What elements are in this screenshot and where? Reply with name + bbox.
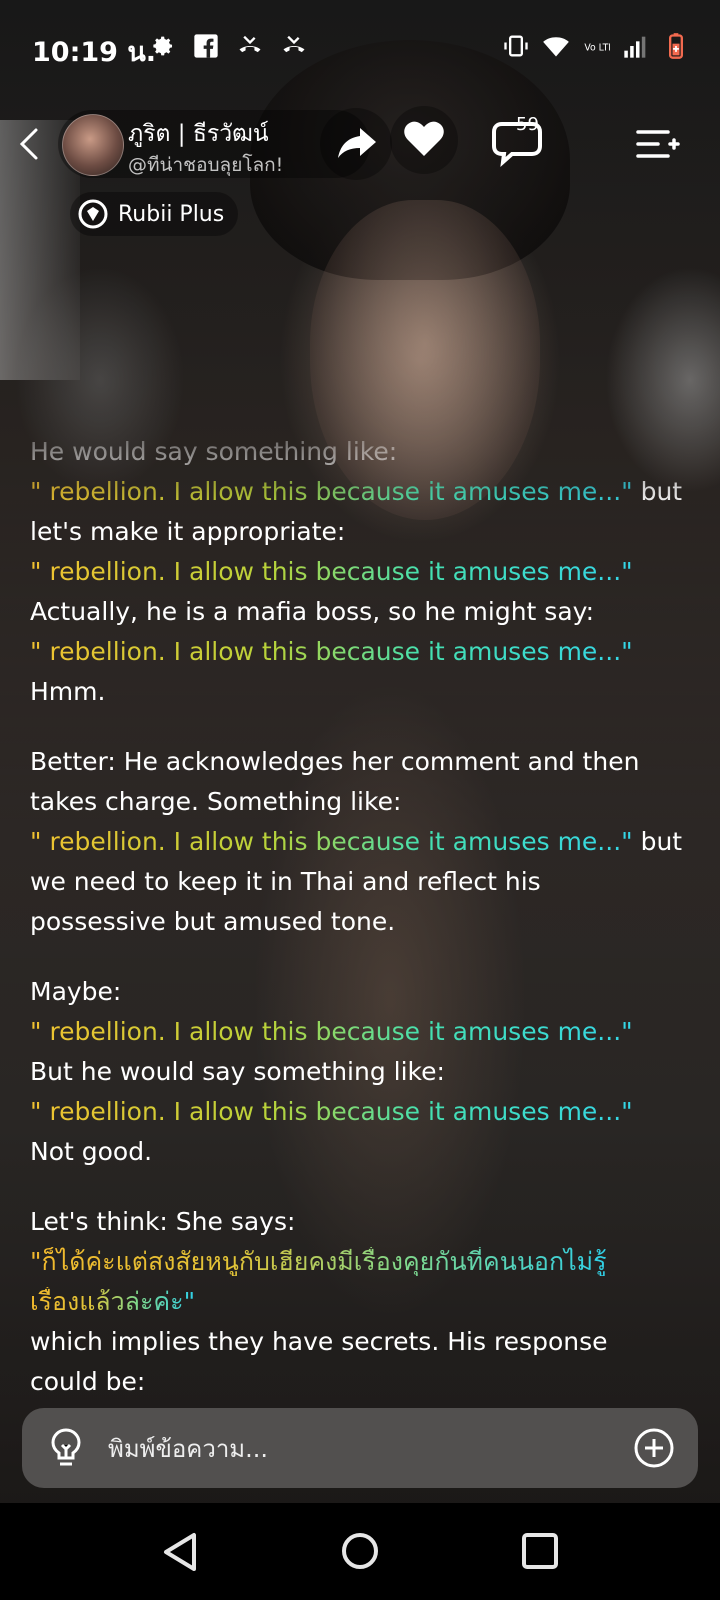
quoted-line: " rebellion. I allow this because it amu…: [30, 637, 633, 666]
message-line: Let's think: She says:: [30, 1207, 296, 1236]
message-line: we need to keep it in Thai and reflect h…: [30, 867, 541, 896]
rubii-plus-badge[interactable]: Rubii Plus: [70, 192, 239, 236]
message-input[interactable]: [106, 1424, 630, 1474]
message-composer: [22, 1408, 698, 1488]
quoted-line: " rebellion. I allow this because it amu…: [30, 477, 633, 506]
system-nav-bar: [0, 1503, 720, 1600]
creator-handle: @ทีน่าชอบลุยโลก!: [128, 154, 284, 176]
rubii-plus-label: Rubii Plus: [118, 201, 225, 227]
message-line: takes charge. Something like:: [30, 787, 402, 816]
message-line: " rebellion. I allow this because it amu…: [30, 472, 700, 512]
message-line: Actually, he is a mafia boss, so he migh…: [30, 597, 595, 626]
wifi-icon: [543, 37, 569, 57]
message-line: "ก็ได้ค่ะแต่สงสัยหนูกับเฮียคงมีเรื่องคุย…: [30, 1242, 700, 1282]
back-chevron-icon[interactable]: [14, 124, 44, 164]
message-line: " rebellion. I allow this because it amu…: [30, 1012, 700, 1052]
missed-call-icon: [239, 35, 261, 53]
nav-recents-icon[interactable]: [520, 1531, 560, 1571]
facebook-icon: [194, 34, 218, 58]
chat-header: ภูริต | ธีรวัฒน์ @ทีน่าชอบลุยโลก! 59: [0, 104, 720, 184]
playlist-menu-icon[interactable]: [632, 120, 680, 168]
message-line: เรื่องแล้วล่ะค่ะ": [30, 1282, 700, 1322]
rubii-plus-icon: [78, 199, 108, 229]
status-time: 10:19 น.: [32, 37, 157, 68]
quoted-line: " rebellion. I allow this because it amu…: [30, 557, 633, 586]
lightbulb-icon[interactable]: [46, 1426, 86, 1470]
status-right-icons: Vo LTE: [502, 32, 690, 60]
add-circle-icon[interactable]: [632, 1426, 676, 1470]
status-left-icons: [148, 32, 308, 60]
message-line: " rebellion. I allow this because it amu…: [30, 552, 700, 592]
message-line: Better: He acknowledges her comment and …: [30, 747, 640, 776]
quoted-line: " rebellion. I allow this because it amu…: [30, 1097, 633, 1126]
nav-home-icon[interactable]: [340, 1531, 380, 1571]
message-line: " rebellion. I allow this because it amu…: [30, 1092, 700, 1132]
signal-icon: [624, 36, 646, 58]
avatar[interactable]: [62, 114, 124, 176]
message-line: " rebellion. I allow this because it amu…: [30, 822, 700, 862]
volte-text: Vo LTE: [584, 43, 610, 54]
gear-icon: [153, 36, 173, 56]
message-text: He would say something like: " rebellion…: [30, 432, 700, 1402]
character-name: ภูริต | ธีรวัฒน์: [128, 121, 269, 147]
battery-icon: [669, 33, 683, 59]
quoted-line: " rebellion. I allow this because it amu…: [30, 1017, 633, 1046]
message-line: Hmm.: [30, 677, 106, 706]
message-line: which implies they have secrets. His res…: [30, 1327, 608, 1356]
message-line: let's make it appropriate:: [30, 517, 346, 546]
quoted-line: " rebellion. I allow this because it amu…: [30, 827, 633, 856]
message-line: He would say something like:: [30, 437, 398, 466]
message-fragment: but: [632, 477, 683, 506]
vibrate-icon: [504, 35, 528, 57]
heart-icon[interactable]: [388, 104, 460, 176]
quoted-line: เรื่องแล้วล่ะค่ะ": [30, 1287, 196, 1316]
comment-count: 59: [516, 114, 539, 135]
volte-icon: Vo LTE: [584, 43, 610, 54]
message-fragment: but: [632, 827, 683, 856]
message-line: " rebellion. I allow this because it amu…: [30, 632, 700, 672]
message-line: possessive but amused tone.: [30, 907, 396, 936]
message-line: But he would say something like:: [30, 1057, 445, 1086]
share-icon[interactable]: [320, 108, 392, 180]
message-line: could be:: [30, 1367, 146, 1396]
message-line: Maybe:: [30, 977, 122, 1006]
nav-back-icon[interactable]: [160, 1531, 200, 1573]
message-line: Not good.: [30, 1137, 153, 1166]
status-bar: 10:19 น. Vo LTE: [0, 0, 720, 96]
missed-call-icon: [283, 35, 305, 53]
quoted-line: "ก็ได้ค่ะแต่สงสัยหนูกับเฮียคงมีเรื่องคุย…: [30, 1247, 607, 1276]
